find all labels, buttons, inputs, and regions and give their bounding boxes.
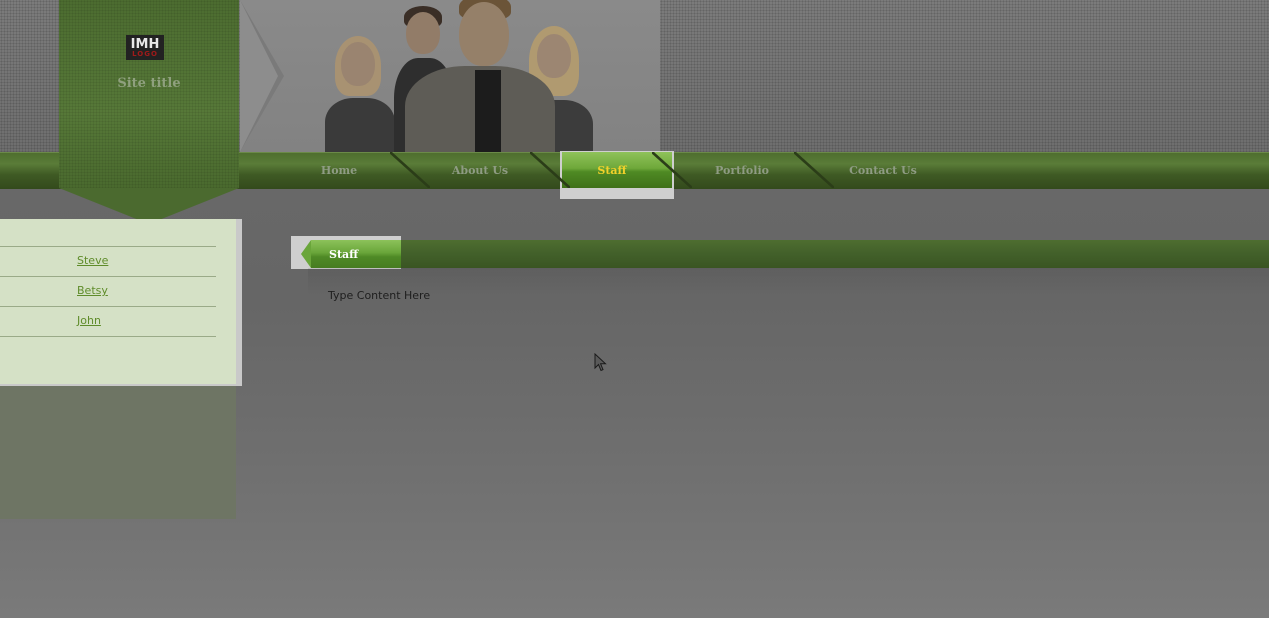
sidebar-link-steve[interactable]: Steve xyxy=(77,254,108,267)
divider xyxy=(0,246,216,247)
nav-staff[interactable]: Staff xyxy=(562,152,662,188)
content-body: Type Content Here xyxy=(328,289,431,302)
sidebar-link-john[interactable]: John xyxy=(77,314,101,327)
logo-panel xyxy=(59,0,239,188)
logo-text: IMH xyxy=(130,36,160,52)
mouse-cursor-icon xyxy=(594,353,607,372)
divider xyxy=(0,276,216,277)
divider xyxy=(0,306,216,307)
divider xyxy=(0,336,216,337)
nav-home[interactable]: Home xyxy=(300,152,378,188)
logo-subtext: LOGO xyxy=(132,49,158,58)
sidebar: Steve Betsy John xyxy=(0,219,242,386)
nav-portfolio[interactable]: Portfolio xyxy=(692,152,792,188)
site-title[interactable]: Site title xyxy=(59,76,239,91)
nav-separator xyxy=(794,152,834,188)
nav-about-us[interactable]: About Us xyxy=(430,152,530,188)
sidebar-link-betsy[interactable]: Betsy xyxy=(77,284,108,297)
content-shade xyxy=(308,268,1269,296)
nav-contact-us[interactable]: Contact Us xyxy=(830,152,936,188)
sidebar-lower-panel xyxy=(0,386,236,519)
content-header-bar xyxy=(291,240,1269,268)
hero-image xyxy=(240,0,660,152)
content-tab-notch xyxy=(301,240,311,268)
site-logo[interactable]: IMH LOGO xyxy=(126,35,164,60)
nav-separator xyxy=(390,152,430,188)
page-title: Staff xyxy=(329,247,359,261)
